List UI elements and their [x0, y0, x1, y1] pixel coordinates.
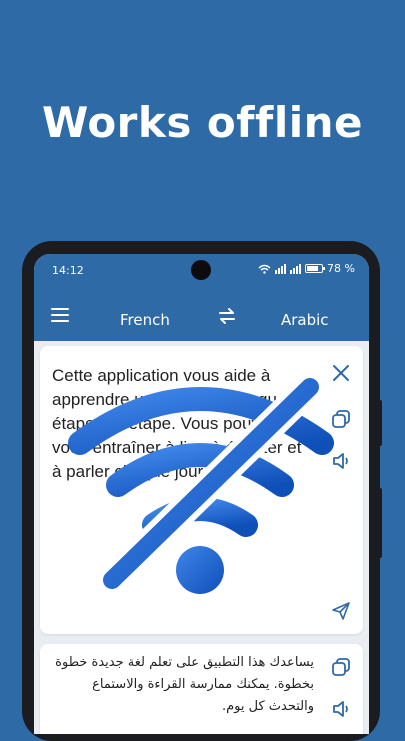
- source-text-card: Cette application vous aide à apprendre …: [40, 346, 363, 634]
- wifi-status-icon: [258, 264, 271, 274]
- phone-screen: 14:12 78 % French Arabic Cette applicati…: [34, 254, 369, 734]
- phone-side-button-power: [378, 400, 382, 446]
- source-language-selector[interactable]: French: [120, 311, 170, 329]
- status-bar: 14:12 78 %: [34, 254, 369, 286]
- source-text-input[interactable]: Cette application vous aide à apprendre …: [52, 364, 314, 484]
- translation-card: يساعدك هذا التطبيق على تعلم لغة جديدة خط…: [40, 644, 363, 734]
- menu-icon[interactable]: [51, 308, 69, 322]
- phone-side-button-volume: [378, 488, 382, 558]
- speaker-icon[interactable]: [330, 450, 352, 472]
- signal-icon-1: [275, 263, 287, 274]
- battery-percent: 78 %: [327, 262, 355, 275]
- translation-text: يساعدك هذا التطبيق على تعلم لغة جديدة خط…: [55, 655, 314, 714]
- headline: Works offline: [41, 98, 364, 147]
- swap-arrows-icon[interactable]: [217, 307, 237, 325]
- close-icon[interactable]: [330, 362, 352, 384]
- copy-icon[interactable]: [330, 408, 352, 430]
- signal-icon-2: [290, 263, 302, 274]
- copy-icon[interactable]: [330, 656, 352, 678]
- status-icons: 78 %: [258, 262, 355, 275]
- speaker-icon[interactable]: [330, 698, 352, 720]
- status-time: 14:12: [52, 264, 84, 277]
- battery-icon: [305, 264, 326, 273]
- target-language-selector[interactable]: Arabic: [281, 311, 329, 329]
- app-toolbar: French Arabic: [34, 286, 369, 341]
- camera-hole: [191, 260, 211, 280]
- send-icon[interactable]: [330, 600, 352, 622]
